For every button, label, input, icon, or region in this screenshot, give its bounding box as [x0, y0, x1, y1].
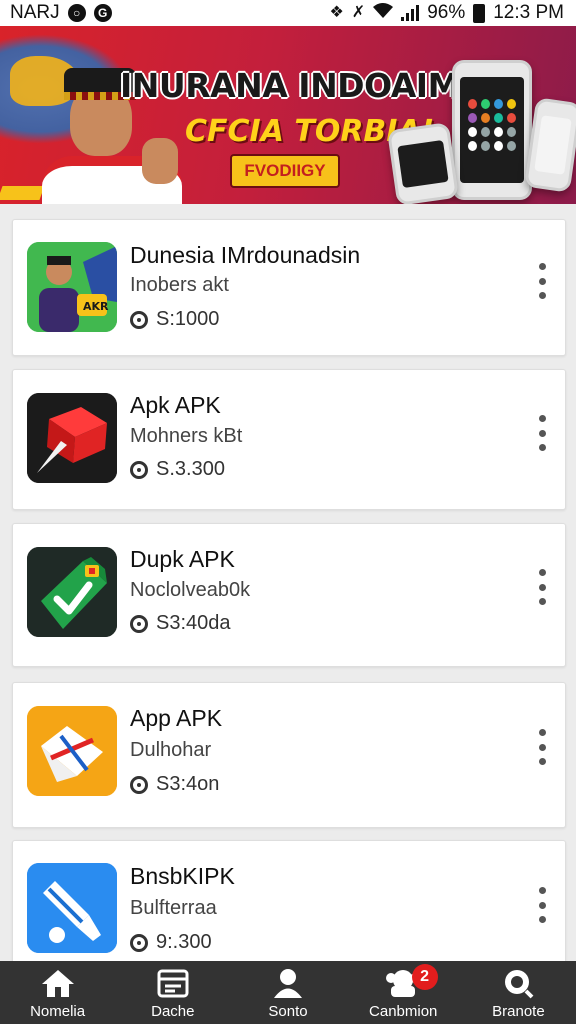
banner-ribbon	[0, 186, 45, 200]
coin-icon	[130, 933, 148, 952]
coin-icon	[130, 775, 148, 794]
app-icon-green-check	[27, 547, 117, 637]
list-item[interactable]: Apk APK Mohners kBt S.3.300	[12, 369, 566, 510]
nav-label: Canbmion	[369, 1003, 438, 1020]
notification-icon: G	[93, 4, 112, 22]
nav-item-search[interactable]: Branote	[461, 961, 576, 1024]
app-description: Dulhohar	[130, 739, 212, 761]
list-item[interactable]: Dupk APK Noclolveab0k S3:40da	[12, 523, 566, 667]
coin-icon	[130, 460, 148, 479]
phone-graphic-left	[387, 122, 459, 204]
nav-item-home[interactable]: Nomelia	[0, 961, 115, 1024]
promo-banner[interactable]: INURANA INDOAIMAN CFCIA TORBIA! FVODIIGY	[0, 26, 576, 204]
nav-item-community[interactable]: 2 Canbmion	[346, 961, 461, 1024]
banner-cta-button[interactable]: FVODIIGY	[230, 154, 340, 188]
nav-label: Dache	[151, 1003, 195, 1020]
coin-icon	[130, 614, 148, 633]
more-options-icon[interactable]	[537, 729, 547, 765]
app-description: Mohners kBt	[130, 425, 243, 447]
banner-title: INURANA INDOAIMAN	[120, 66, 513, 105]
app-price: S3:40da	[156, 612, 231, 634]
app-icon-brush	[27, 863, 117, 953]
app-description: Inobers akt	[130, 274, 229, 296]
person-icon	[270, 966, 306, 1000]
app-price-row: S:1000	[130, 308, 219, 331]
app-name: App APK	[130, 705, 223, 731]
app-price-row: 9:.300	[130, 931, 212, 954]
search-icon	[500, 966, 536, 1000]
clock: 12:3 PM	[493, 2, 564, 23]
app-description: Bulfterraa	[130, 897, 217, 919]
app-price-row: S3:4on	[130, 773, 219, 796]
app-price: S3:4on	[156, 773, 220, 795]
carrier-label: NARJ	[10, 2, 60, 23]
signal-icon	[401, 5, 420, 21]
app-price: S.3.300	[156, 458, 225, 480]
list-item[interactable]: AKR Dunesia IMrdounadsin Inobers akt S:1…	[12, 219, 566, 356]
app-price-row: S.3.300	[130, 458, 225, 481]
more-options-icon[interactable]	[537, 569, 547, 605]
wifi-icon	[373, 3, 394, 23]
app-price: 9:.300	[156, 931, 212, 953]
home-icon	[40, 966, 76, 1000]
nav-label: Branote	[492, 1003, 545, 1020]
app-name: Apk APK	[130, 392, 221, 418]
bluetooth-icon: ❖	[329, 4, 344, 21]
more-options-icon[interactable]	[537, 415, 547, 451]
mute-icon: ✗	[351, 4, 366, 21]
calendar-icon	[155, 966, 191, 1000]
app-icon-red-cube	[27, 393, 117, 483]
battery-percent: 96%	[427, 2, 466, 23]
more-options-icon[interactable]	[537, 263, 547, 299]
svg-text:AKR: AKR	[83, 300, 109, 313]
app-price-row: S3:40da	[130, 612, 231, 635]
app-name: BnsbKIPK	[130, 863, 235, 889]
app-price: S:1000	[156, 308, 220, 330]
nav-label: Sonto	[268, 1003, 308, 1020]
app-name: Dunesia IMrdounadsin	[130, 242, 361, 268]
bottom-nav: Nomelia Dache Sonto 2 Canbmion Branote	[0, 961, 576, 1024]
app-description: Noclolveab0k	[130, 579, 251, 601]
app-name: Dupk APK	[130, 546, 235, 572]
app-icon-person: AKR	[27, 242, 117, 332]
more-options-icon[interactable]	[537, 887, 547, 923]
battery-icon	[473, 3, 486, 23]
nav-item-profile[interactable]: Sonto	[230, 961, 345, 1024]
app-icon-envelope	[27, 706, 117, 796]
notification-badge: 2	[411, 964, 438, 990]
alarm-icon: ○	[67, 4, 86, 22]
coin-icon	[130, 310, 148, 329]
status-bar: NARJ ○ G ❖ ✗ 96% 12:3 PM	[0, 0, 576, 26]
nav-item-calendar[interactable]: Dache	[115, 961, 230, 1024]
list-item[interactable]: App APK Dulhohar S3:4on	[12, 682, 566, 828]
nav-label: Nomelia	[30, 1003, 86, 1020]
phone-graphic-large	[452, 60, 532, 200]
list-item[interactable]: BnsbKIPK Bulfterraa 9:.300	[12, 840, 566, 970]
